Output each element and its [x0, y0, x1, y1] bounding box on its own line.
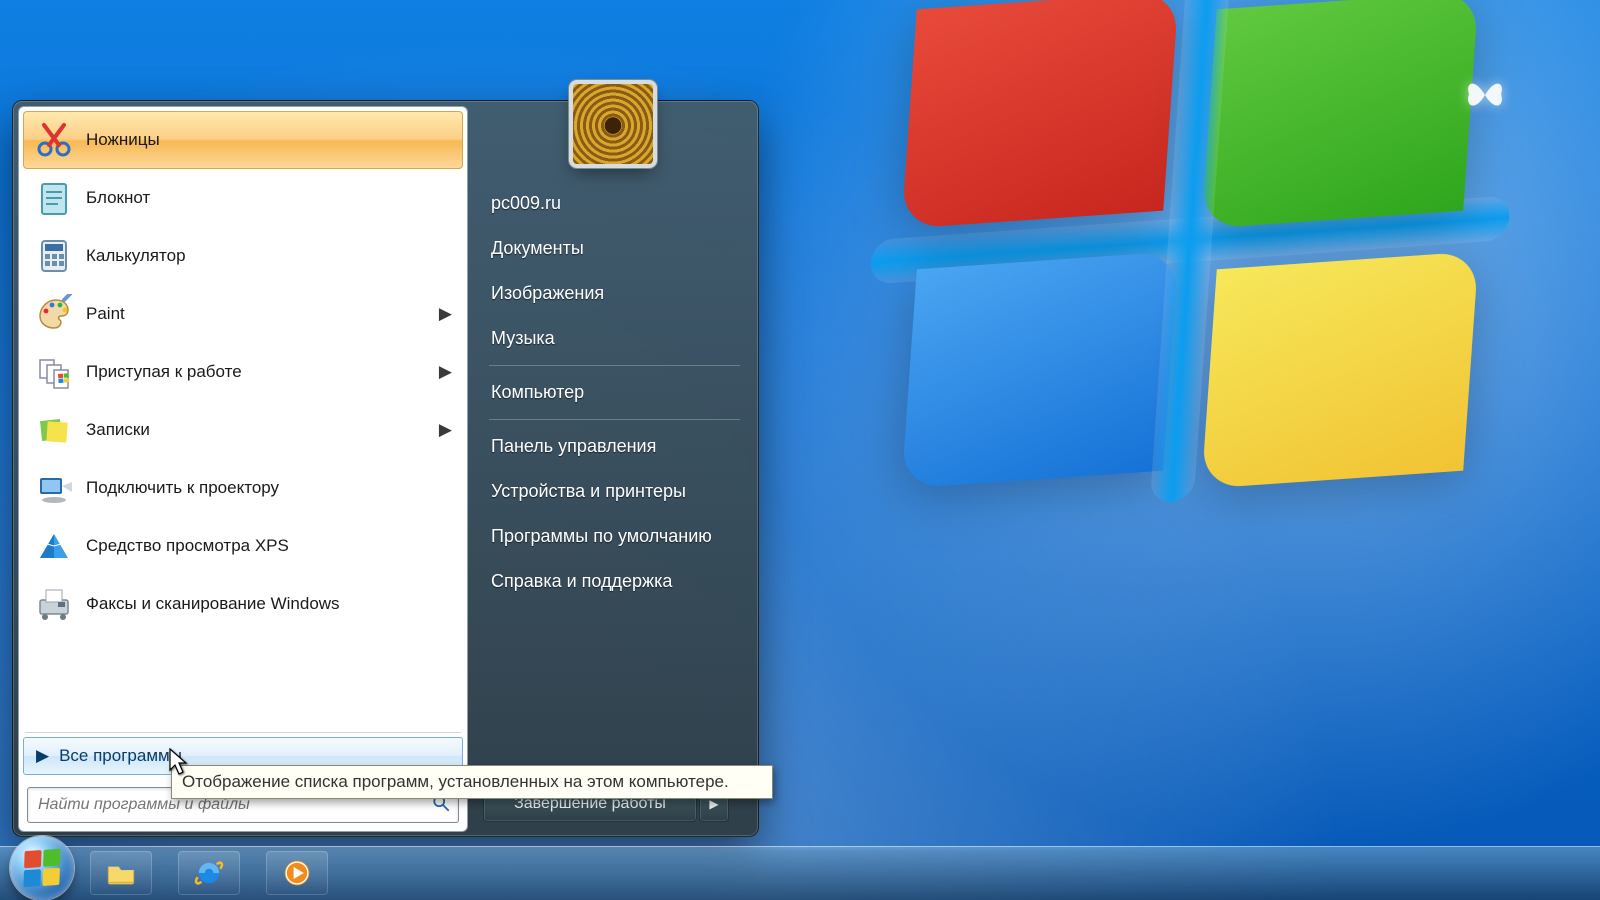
program-item-connect-projector[interactable]: Подключить к проектору: [23, 459, 463, 517]
devices-printers-link[interactable]: Устройства и принтеры: [483, 469, 746, 514]
submenu-arrow-icon: ▶: [439, 420, 452, 440]
program-item-label: Paint: [86, 304, 125, 324]
user-folder-link[interactable]: pc009.ru: [483, 181, 746, 226]
program-item-snipping-tool[interactable]: Ножницы: [23, 111, 463, 169]
triangle-right-icon: ▶: [709, 797, 718, 811]
program-item-label: Записки: [86, 420, 150, 440]
program-item-label: Блокнот: [86, 188, 150, 208]
program-item-calculator[interactable]: Калькулятор: [23, 227, 463, 285]
program-item-getting-started[interactable]: Приступая к работе ▶: [23, 343, 463, 401]
program-item-label: Подключить к проектору: [86, 478, 279, 498]
program-item-sticky-notes[interactable]: Записки ▶: [23, 401, 463, 459]
all-programs-label: Все программы: [59, 746, 182, 766]
start-button[interactable]: [10, 836, 74, 900]
program-item-label: Ножницы: [86, 130, 160, 150]
program-item-label: Средство просмотра XPS: [86, 536, 289, 556]
notepad-icon: [34, 178, 74, 218]
default-programs-link[interactable]: Программы по умолчанию: [483, 514, 746, 559]
taskbar: [0, 846, 1600, 900]
submenu-arrow-icon: ▶: [439, 362, 452, 382]
pictures-link[interactable]: Изображения: [483, 271, 746, 316]
program-item-label: Факсы и сканирование Windows: [86, 594, 340, 614]
program-item-label: Калькулятор: [86, 246, 186, 266]
xps-viewer-icon: [34, 526, 74, 566]
user-avatar[interactable]: [573, 84, 653, 164]
music-link[interactable]: Музыка: [483, 316, 746, 361]
triangle-right-icon: ▶: [36, 746, 49, 766]
projector-icon: [34, 468, 74, 508]
media-player-icon: [280, 856, 314, 890]
windows-logo-icon: [23, 849, 60, 888]
pinned-programs-list: Ножницы Блокнот Калькулятор Paint ▶: [19, 107, 467, 726]
start-menu: Ножницы Блокнот Калькулятор Paint ▶: [12, 100, 759, 837]
divider: [25, 732, 461, 733]
program-item-notepad[interactable]: Блокнот: [23, 169, 463, 227]
internet-explorer-icon: [192, 856, 226, 890]
divider: [489, 419, 740, 420]
start-menu-right-panel: pc009.ru Документы Изображения Музыка Ко…: [483, 181, 746, 818]
help-support-link[interactable]: Справка и поддержка: [483, 559, 746, 604]
sticky-notes-icon: [34, 410, 74, 450]
program-item-label: Приступая к работе: [86, 362, 242, 382]
documents-link[interactable]: Документы: [483, 226, 746, 271]
paint-icon: [34, 294, 74, 334]
calculator-icon: [34, 236, 74, 276]
program-item-fax-scan[interactable]: Факсы и сканирование Windows: [23, 575, 463, 633]
program-item-xps-viewer[interactable]: Средство просмотра XPS: [23, 517, 463, 575]
control-panel-link[interactable]: Панель управления: [483, 424, 746, 469]
file-explorer-icon: [104, 856, 138, 890]
taskbar-pinned-media-player[interactable]: [266, 851, 328, 895]
start-menu-left-panel: Ножницы Блокнот Калькулятор Paint ▶: [18, 106, 468, 832]
fax-scan-icon: [34, 584, 74, 624]
submenu-arrow-icon: ▶: [439, 304, 452, 324]
divider: [489, 365, 740, 366]
taskbar-pinned-file-explorer[interactable]: [90, 851, 152, 895]
computer-link[interactable]: Компьютер: [483, 370, 746, 415]
snipping-tool-icon: [34, 120, 74, 160]
getting-started-icon: [34, 352, 74, 392]
tooltip: Отображение списка программ, установленн…: [171, 765, 773, 799]
taskbar-pinned-internet-explorer[interactable]: [178, 851, 240, 895]
program-item-paint[interactable]: Paint ▶: [23, 285, 463, 343]
